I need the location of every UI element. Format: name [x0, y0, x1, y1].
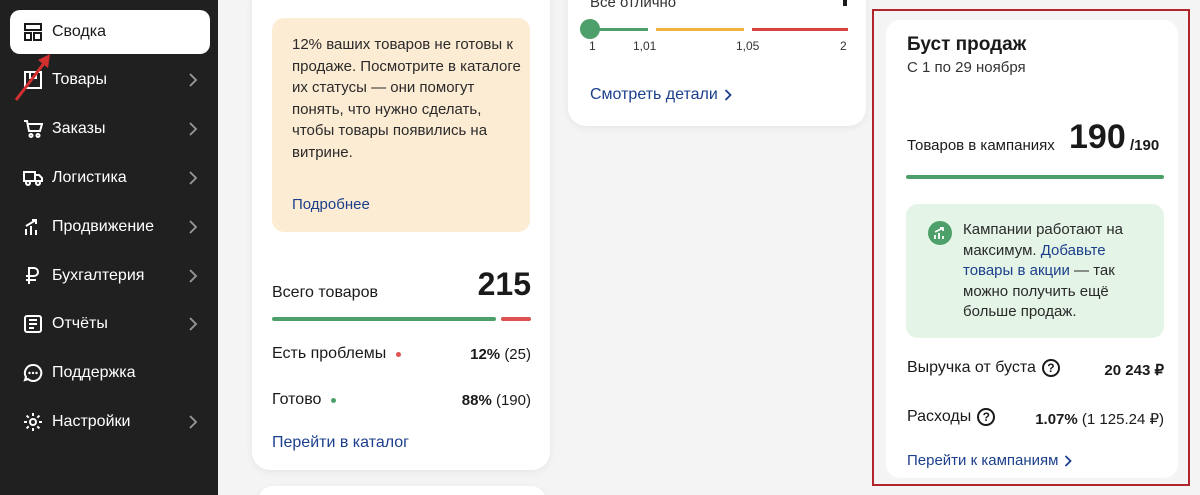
expenses-label: Расходы — [907, 408, 972, 425]
sidebar-item-label: Бухгалтерия — [52, 267, 145, 284]
campaign-label: Товаров в кампаниях — [907, 137, 1055, 154]
campaigns-link-label: Перейти к кампаниям — [907, 452, 1059, 469]
scale-knob — [580, 19, 600, 39]
report-icon — [22, 313, 44, 335]
gear-icon — [22, 411, 44, 433]
warning-text: 12% ваших товаров не готовы к продаже. П… — [292, 36, 521, 161]
boost-period: С 1 по 29 ноября — [907, 59, 1026, 76]
sidebar-item-label: Заказы — [52, 120, 106, 137]
sidebar-item-promotion[interactable]: Продвижение — [10, 205, 210, 249]
details-link-label: Смотреть детали — [590, 86, 718, 103]
sidebar-item-support[interactable]: Поддержка — [10, 351, 210, 395]
scale-tick: 2 — [840, 39, 847, 53]
dashboard-icon — [22, 21, 44, 43]
sidebar-item-label: Сводка — [52, 23, 107, 40]
chevron-right-icon — [182, 269, 204, 283]
catalog-link[interactable]: Перейти в каталог — [272, 434, 409, 452]
next-card — [258, 486, 546, 495]
green-dot-icon — [331, 397, 337, 403]
scale-red — [752, 28, 848, 31]
sidebar-item-orders[interactable]: Заказы — [10, 107, 210, 151]
revenue-label: Выручка от буста — [907, 359, 1036, 376]
ready-value: 88% (190) — [462, 392, 531, 409]
ready-bar — [272, 317, 496, 321]
sidebar-item-logistics[interactable]: Логистика — [10, 156, 210, 200]
chevron-right-icon — [182, 122, 204, 136]
sidebar-item-label: Логистика — [52, 169, 127, 186]
chart-growth-icon — [22, 216, 44, 238]
revenue-value: 20 243 ₽ — [1104, 362, 1164, 379]
problems-row: Есть проблемы — [272, 345, 402, 363]
problems-count: (25) — [504, 346, 531, 363]
chat-icon — [22, 362, 44, 384]
expenses-value: 1.07% (1 125.24 ₽) — [1035, 410, 1164, 428]
scale-tick: 1 — [589, 39, 596, 53]
sidebar-item-accounting[interactable]: Бухгалтерия — [10, 254, 210, 298]
campaigns-link[interactable]: Перейти к кампаниям — [907, 452, 1073, 469]
sidebar-item-label: Настройки — [52, 413, 131, 430]
chevron-right-icon — [182, 220, 204, 234]
revenue-row: Выручка от буста ? — [907, 359, 1060, 377]
ready-count: (190) — [495, 392, 531, 409]
boost-title: Буст продаж — [907, 34, 1027, 55]
problems-bar — [501, 317, 531, 321]
scale-tick: 1,05 — [736, 39, 760, 53]
cart-icon — [22, 118, 44, 140]
campaign-count: 190 — [1069, 118, 1126, 156]
sidebar-item-reports[interactable]: Отчёты — [10, 302, 210, 346]
details-link[interactable]: Смотреть детали — [590, 86, 732, 104]
red-dot-icon — [396, 351, 402, 357]
ready-label: Готово — [272, 391, 322, 408]
annotation-arrow-icon — [14, 54, 50, 101]
scale-green — [592, 28, 648, 31]
sidebar-item-label: Товары — [52, 71, 108, 88]
rating-marker — [843, 0, 847, 6]
help-icon[interactable]: ? — [1041, 359, 1060, 377]
sidebar-item-label: Отчёты — [52, 315, 108, 332]
chevron-right-icon — [182, 73, 204, 87]
scale-yellow — [656, 28, 744, 31]
sidebar-item-settings[interactable]: Настройки — [10, 400, 210, 444]
sidebar-item-label: Поддержка — [52, 364, 136, 381]
chevron-right-icon — [182, 317, 204, 331]
truck-icon — [22, 167, 44, 189]
chevron-right-icon — [182, 171, 204, 185]
sidebar-item-label: Продвижение — [52, 218, 154, 235]
expenses-amount: (1 125.24 ₽) — [1081, 411, 1164, 428]
ruble-icon — [22, 265, 44, 287]
expenses-percent: 1.07% — [1035, 411, 1078, 428]
rating-status: Всё отлично — [590, 0, 677, 11]
chevron-right-icon — [724, 89, 732, 101]
rating-card — [568, 0, 866, 126]
total-products-label: Всего товаров — [272, 284, 378, 301]
expenses-row: Расходы ? — [907, 408, 996, 426]
chevron-right-icon — [1065, 454, 1073, 467]
campaign-bar — [906, 175, 1164, 179]
campaign-total: /190 — [1130, 137, 1160, 154]
help-icon[interactable]: ? — [977, 408, 996, 426]
chevron-right-icon — [182, 415, 204, 429]
info-text: Кампании работают на максимум. Добавьте … — [963, 220, 1153, 323]
ready-percent: 88% — [461, 392, 492, 409]
ready-row: Готово — [272, 391, 337, 409]
scale-tick: 1,01 — [633, 39, 657, 53]
problems-value: 12% (25) — [470, 346, 531, 363]
problems-percent: 12% — [470, 346, 501, 363]
growth-icon — [928, 221, 952, 245]
total-products-value: 215 — [477, 266, 531, 302]
problems-label: Есть проблемы — [272, 345, 387, 362]
more-link[interactable]: Подробнее — [292, 196, 370, 213]
